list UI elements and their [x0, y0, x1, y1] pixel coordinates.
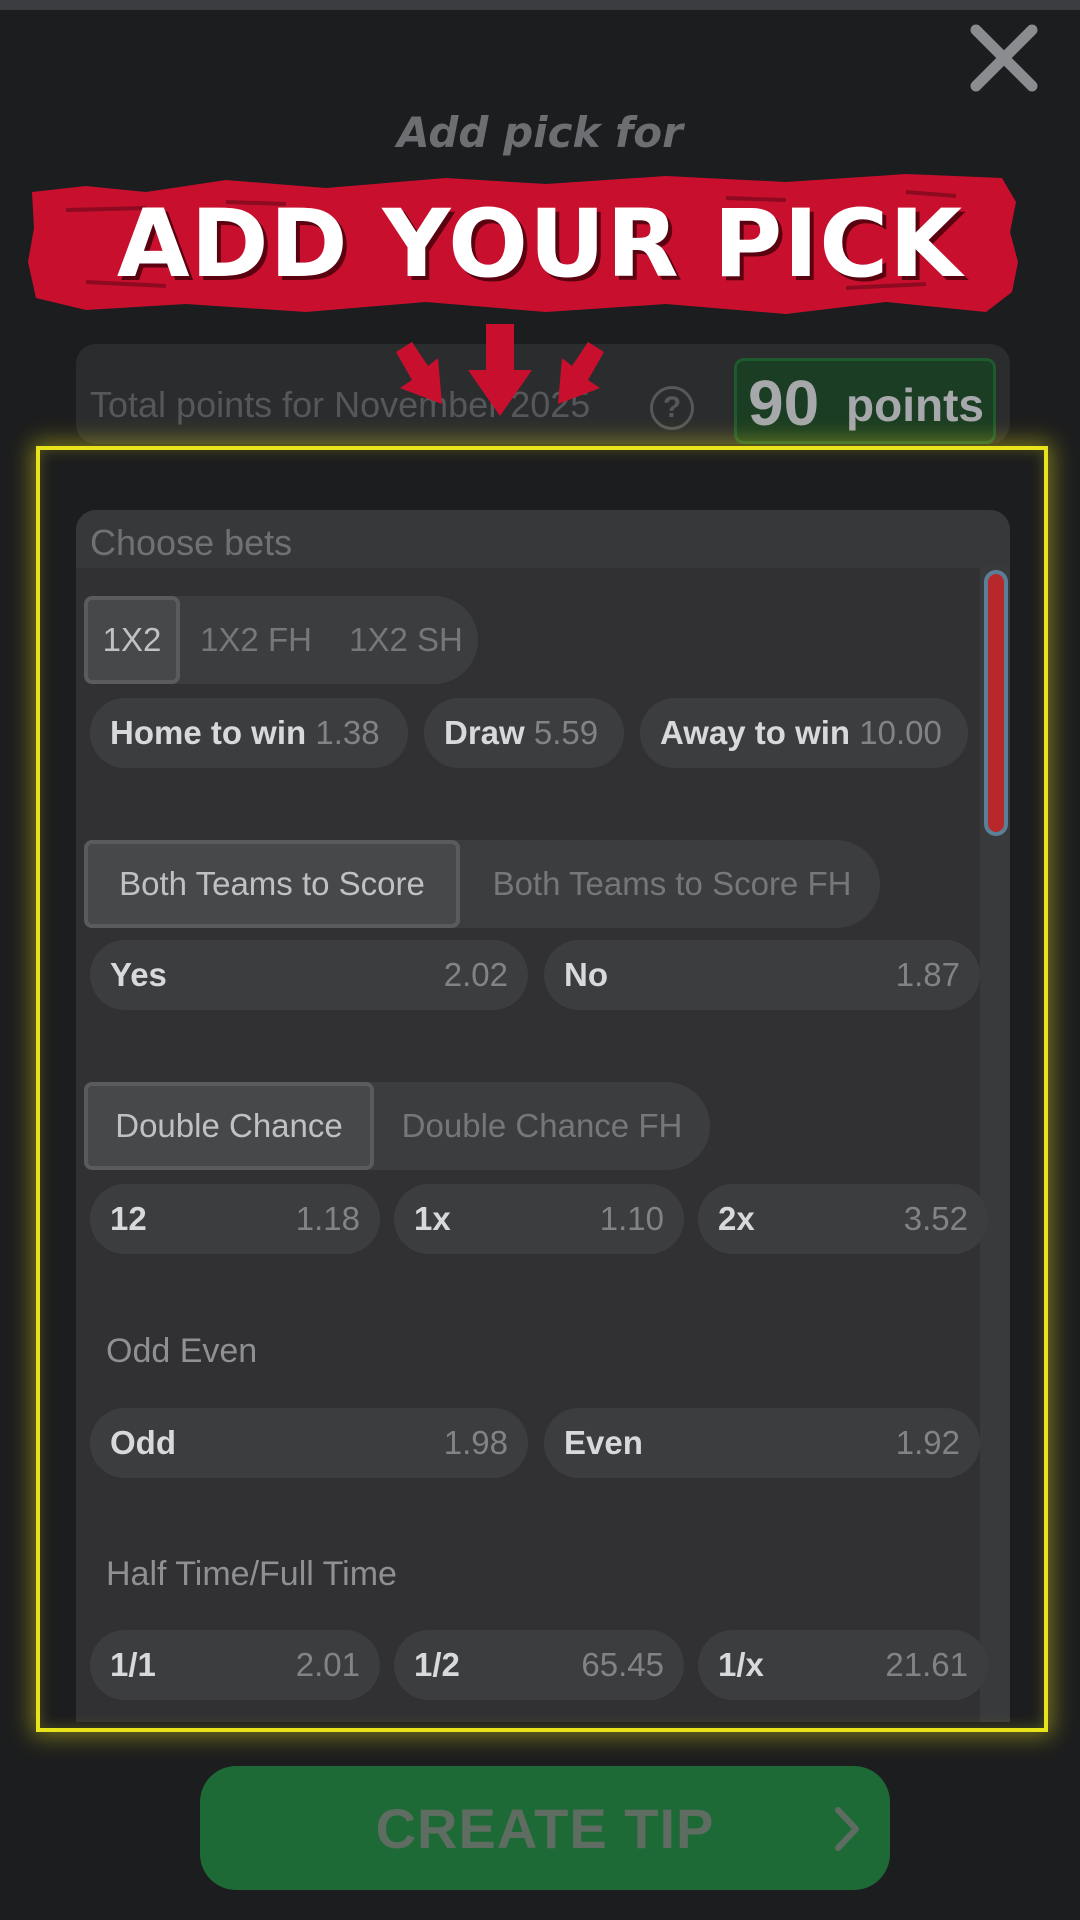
add-your-pick-banner-text: ADD YOUR PICK — [116, 190, 964, 299]
top-divider — [0, 0, 1080, 10]
question-circle-icon[interactable]: ? — [650, 386, 694, 430]
create-tip-label: CREATE TIP — [375, 1797, 715, 1860]
down-arrows-icon — [382, 318, 618, 418]
close-icon — [970, 24, 1038, 92]
highlight-frame — [36, 446, 1048, 1732]
add-pick-for-heading: Add pick for — [397, 108, 683, 157]
chevron-right-icon — [832, 1804, 862, 1854]
points-unit: points — [846, 379, 984, 431]
points-value: 90 — [748, 367, 820, 439]
close-button[interactable] — [966, 20, 1042, 96]
